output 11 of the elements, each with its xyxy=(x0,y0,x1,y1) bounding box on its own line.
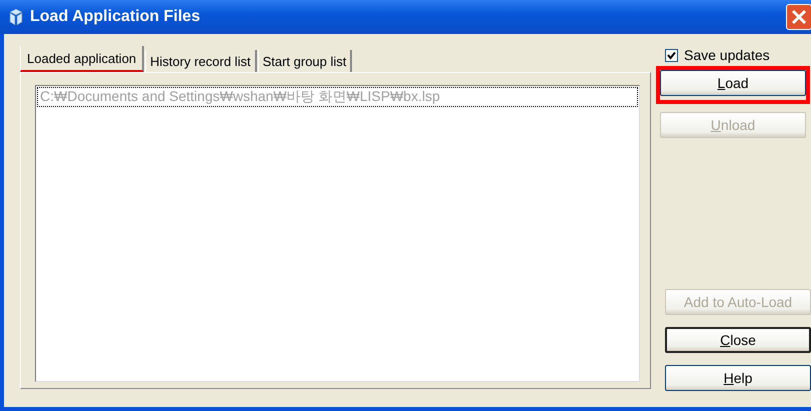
dialog-button[interactable]: Load xyxy=(660,70,806,96)
checkbox-label[interactable]: Save updates xyxy=(684,47,770,63)
tab[interactable]: History record list xyxy=(145,50,257,72)
checkbox[interactable] xyxy=(665,48,678,62)
dialog-button[interactable]: Close xyxy=(665,327,811,353)
window-title: Load Application Files xyxy=(30,8,202,26)
tab[interactable]: Loaded application xyxy=(20,46,144,72)
dialog-button[interactable]: Help xyxy=(665,365,811,391)
close-icon[interactable] xyxy=(786,4,811,30)
app-icon xyxy=(8,8,24,26)
tab[interactable]: Start group list xyxy=(258,50,352,72)
